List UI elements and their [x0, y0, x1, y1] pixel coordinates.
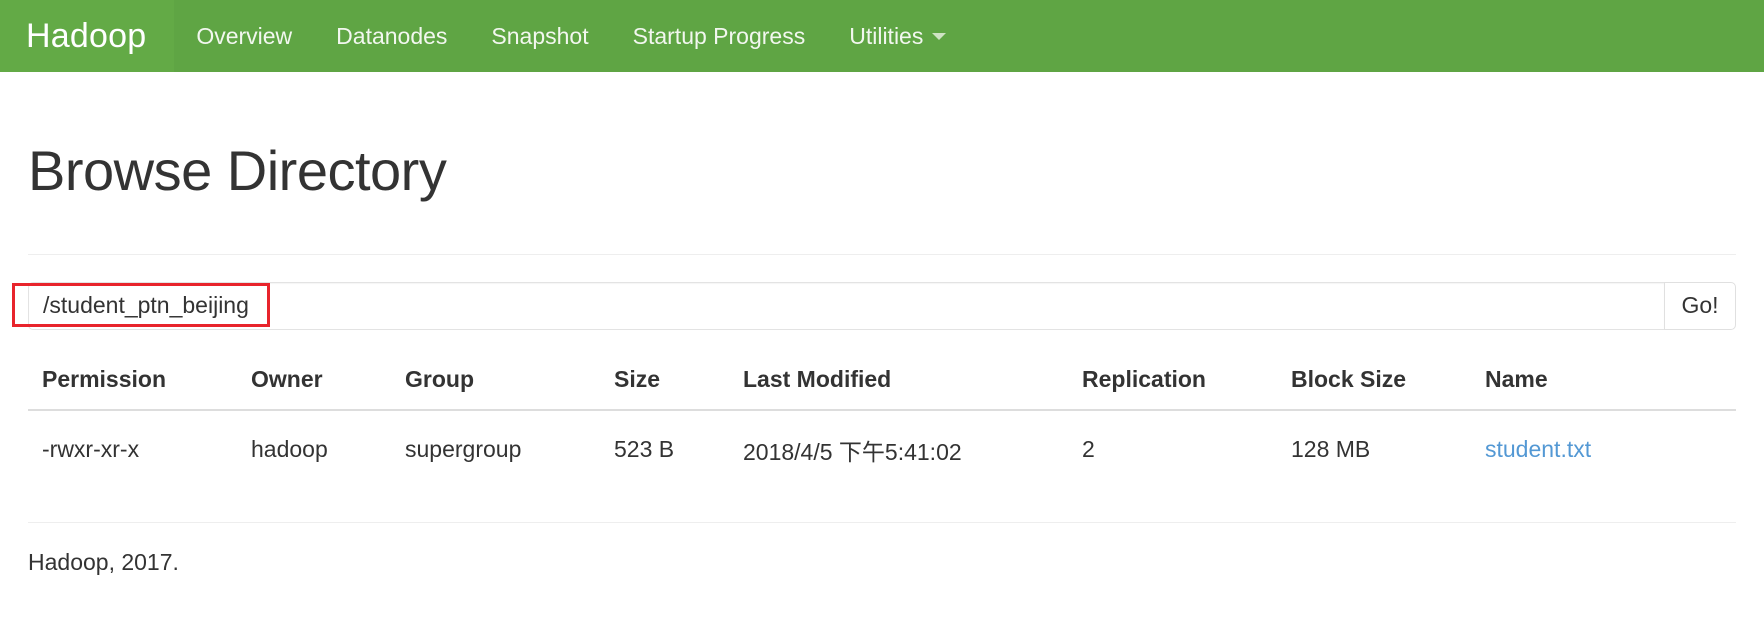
column-header-permission[interactable]: Permission [28, 351, 237, 411]
path-form: Go! [12, 281, 1736, 330]
nav-link-utilities-label: Utilities [849, 22, 924, 49]
title-divider [28, 253, 1736, 255]
page-container: Browse Directory Go! Permission Owner Gr… [0, 140, 1764, 576]
main-navbar: Hadoop Overview Datanodes Snapshot Start… [0, 0, 1764, 72]
nav-link-datanodes[interactable]: Datanodes [314, 0, 469, 72]
chevron-down-icon [932, 32, 947, 40]
column-header-name[interactable]: Name [1471, 351, 1736, 411]
column-header-size[interactable]: Size [600, 351, 729, 411]
table-header-row: Permission Owner Group Size Last Modifie… [28, 351, 1736, 411]
nav-link-utilities[interactable]: Utilities [827, 0, 968, 72]
footer-divider [28, 521, 1736, 523]
cell-block-size: 128 MB [1277, 409, 1471, 490]
directory-listing-table: Permission Owner Group Size Last Modifie… [28, 351, 1736, 490]
column-header-block-size[interactable]: Block Size [1277, 351, 1471, 411]
footer-text: Hadoop, 2017. [28, 548, 179, 575]
cell-group: supergroup [391, 409, 600, 490]
cell-size: 523 B [600, 409, 729, 490]
nav-item-snapshot[interactable]: Snapshot [469, 0, 610, 72]
cell-name: student.txt [1471, 409, 1736, 490]
nav-link-overview[interactable]: Overview [174, 0, 314, 72]
navbar-menu: Overview Datanodes Snapshot Startup Prog… [174, 0, 968, 72]
brand-logo-hadoop[interactable]: Hadoop [0, 0, 175, 72]
cell-owner: hadoop [237, 409, 391, 490]
table-header: Permission Owner Group Size Last Modifie… [28, 351, 1736, 411]
table-row: -rwxr-xr-x hadoop supergroup 523 B 2018/… [28, 409, 1736, 490]
cell-replication: 2 [1068, 409, 1277, 490]
column-header-last-modified[interactable]: Last Modified [729, 351, 1068, 411]
nav-item-overview[interactable]: Overview [174, 0, 314, 72]
file-link-student-txt[interactable]: student.txt [1485, 436, 1591, 462]
column-header-owner[interactable]: Owner [237, 351, 391, 411]
go-button[interactable]: Go! [1664, 281, 1736, 330]
nav-item-startup-progress[interactable]: Startup Progress [611, 0, 828, 72]
nav-link-startup-progress[interactable]: Startup Progress [611, 0, 828, 72]
nav-item-datanodes[interactable]: Datanodes [314, 0, 469, 72]
directory-path-input[interactable] [28, 281, 1664, 330]
column-header-group[interactable]: Group [391, 351, 600, 411]
nav-item-utilities[interactable]: Utilities [827, 0, 968, 72]
table-body: -rwxr-xr-x hadoop supergroup 523 B 2018/… [28, 409, 1736, 490]
navbar-inner: Hadoop Overview Datanodes Snapshot Start… [0, 0, 968, 72]
nav-link-snapshot[interactable]: Snapshot [469, 0, 610, 72]
cell-permission: -rwxr-xr-x [28, 409, 237, 490]
page-title: Browse Directory [28, 139, 447, 202]
cell-last-modified: 2018/4/5 下午5:41:02 [729, 409, 1068, 490]
column-header-replication[interactable]: Replication [1068, 351, 1277, 411]
